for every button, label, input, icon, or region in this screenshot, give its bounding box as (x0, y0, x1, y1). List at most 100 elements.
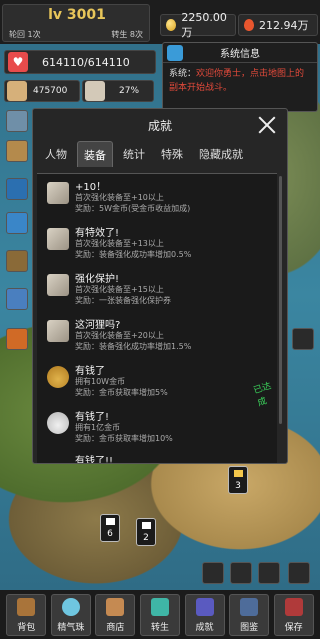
nav-reincarnation[interactable]: 转生 (139, 593, 180, 636)
marker-label: 6 (107, 529, 113, 539)
system-message-line: 欢迎你勇士，点击地图上的 (196, 69, 305, 79)
fire-value: 212.94万 (259, 19, 309, 32)
list-item: 有钱了!! (37, 450, 277, 464)
system-info-header: 系统信息 (163, 43, 317, 63)
system-info-title: 系统信息 (220, 49, 260, 60)
modal-title: 成就 (147, 118, 172, 133)
achievement-title: 这河狸吗? (75, 320, 121, 331)
nav-label: 保存 (284, 622, 303, 633)
nav-shop[interactable]: 商店 (95, 593, 136, 636)
skill-wind-icon[interactable] (6, 212, 28, 234)
sword-icon (7, 81, 27, 101)
flame-icon (244, 19, 254, 31)
settings-gear-icon[interactable] (288, 562, 310, 584)
image-button[interactable] (202, 562, 224, 584)
system-message-line: 副本开始战斗。 (169, 83, 233, 93)
skill-orb-icon[interactable] (6, 288, 28, 310)
modal-header: 成就 (33, 109, 287, 141)
achievement-title: 强化保护! (75, 274, 120, 285)
attack-value: 475700 (33, 86, 68, 96)
scroll-icon (47, 228, 69, 250)
system-info-icon[interactable] (167, 45, 183, 61)
achievement-title: 有钱了 (75, 366, 105, 377)
nav-label: 背包 (17, 622, 36, 633)
scroll-icon (47, 182, 69, 204)
skill-fire-icon[interactable] (6, 328, 28, 350)
gold-value: 2250.00万 (181, 10, 227, 39)
tab-character[interactable]: 人物 (39, 141, 73, 167)
crystal-icon (150, 597, 169, 616)
shop-icon (106, 597, 125, 616)
tab-equipment[interactable]: 装备 (77, 141, 113, 167)
achievement-title: +10！ (75, 182, 107, 193)
marker-label: 3 (235, 481, 241, 491)
nav-save[interactable]: 保存 (273, 593, 314, 636)
tab-special[interactable]: 特殊 (155, 141, 189, 167)
achievement-reward: 奖励：装备强化成功率增加0.5% (75, 250, 192, 259)
money-bag-icon (47, 412, 69, 434)
achievement-condition: 首次强化装备至+15以上 (75, 285, 164, 294)
achievement-reward: 奖励：金币获取率增加5% (75, 388, 168, 397)
list-item: 强化保护! 首次强化装备至+15以上 奖励：一张装备强化保护券 (37, 268, 277, 314)
nav-essence-orb[interactable]: 精气珠 (50, 593, 91, 636)
skill-lightning-icon[interactable] (6, 178, 28, 200)
list-item: 有特效了! 首次强化装备至+13以上 奖励：装备强化成功率增加0.5% (37, 222, 277, 268)
map-stage-marker[interactable]: 2 (136, 518, 156, 546)
nav-label: 成就 (195, 622, 214, 633)
achievement-reward: 奖励：金币获取率增加10% (75, 434, 173, 443)
achievement-title: 有钱了! (75, 412, 110, 423)
system-info-panel: 系统信息 系统：欢迎你勇士，点击地图上的 副本开始战斗。 (162, 42, 318, 112)
map-stage-marker[interactable]: 3 (228, 466, 248, 494)
shield-icon[interactable] (6, 140, 28, 162)
achievement-condition: 首次强化装备至+20以上 (75, 331, 164, 340)
achievement-condition: 拥有1亿金币 (75, 423, 121, 432)
nav-achievements[interactable]: 成就 (184, 593, 225, 636)
flag-icon (106, 518, 115, 525)
orb-icon (61, 597, 80, 616)
achievement-reward: 奖励：5W金币(受金币收益加成) (75, 204, 191, 213)
money-bag-icon (47, 366, 69, 388)
close-icon[interactable] (257, 115, 277, 135)
achievement-reward: 奖励：一张装备强化保护券 (75, 296, 171, 305)
rebirth-count: 轮回 1次 (9, 30, 41, 39)
nav-label: 精气珠 (57, 622, 85, 633)
list-item: 有钱了! 拥有1亿金币 奖励：金币获取率增加10% (37, 406, 277, 452)
achievement-tabs: 人物 装备 统计 特殊 隐藏成就 (33, 141, 287, 167)
map-stage-marker[interactable]: 6 (100, 514, 120, 542)
hp-value: 614110/614110 (42, 55, 130, 69)
achieved-badge: 已达成 (252, 381, 273, 409)
bottom-nav: 背包 精气珠 商店 转生 成就 图鉴 保存 (0, 590, 320, 639)
achievement-condition: 首次强化装备至+10以上 (75, 193, 164, 202)
system-label: 系统： (169, 69, 197, 79)
scroll-icon (47, 274, 69, 296)
system-info-body: 系统：欢迎你勇士，点击地图上的 副本开始战斗。 (163, 63, 317, 99)
achievement-title: 有特效了! (75, 228, 120, 239)
achievement-reward: 奖励：装备强化成功率增加1.5% (75, 342, 192, 351)
list-item: +10！ 首次强化装备至+10以上 奖励：5W金币(受金币收益加成) (37, 176, 277, 222)
backpack-icon (17, 597, 36, 616)
chart-button[interactable] (230, 562, 252, 584)
fire-counter: 212.94万 (238, 14, 318, 36)
level-panel: lv 3001 轮回 1次 转生 8次 (2, 4, 150, 42)
armor-icon[interactable] (6, 110, 28, 132)
list-scrollbar[interactable] (279, 176, 282, 424)
codex-icon (240, 597, 259, 616)
level-label: lv 3001 (48, 7, 106, 23)
search-button[interactable] (292, 328, 314, 350)
flag-icon (234, 470, 243, 477)
achievement-title: 有钱了!! (75, 456, 114, 464)
marker-label: 2 (143, 533, 149, 543)
nav-backpack[interactable]: 背包 (6, 593, 47, 636)
achievement-list[interactable]: +10！ 首次强化装备至+10以上 奖励：5W金币(受金币收益加成) 有特效了!… (37, 173, 277, 463)
skill-cross-icon[interactable] (6, 250, 28, 272)
top-bar: lv 3001 轮回 1次 转生 8次 2250.00万 212.94万 (0, 0, 320, 44)
crit-value: 27% (119, 86, 140, 96)
crit-icon (85, 81, 105, 101)
list-item: 这河狸吗? 首次强化装备至+20以上 奖励：装备强化成功率增加1.5% (37, 314, 277, 360)
crit-stat: 27% (82, 80, 154, 102)
reincarnation-count: 转生 8次 (111, 30, 143, 39)
book-button[interactable] (258, 562, 280, 584)
nav-codex[interactable]: 图鉴 (229, 593, 270, 636)
tab-hidden[interactable]: 隐藏成就 (193, 141, 249, 167)
tab-statistics[interactable]: 统计 (117, 141, 151, 167)
